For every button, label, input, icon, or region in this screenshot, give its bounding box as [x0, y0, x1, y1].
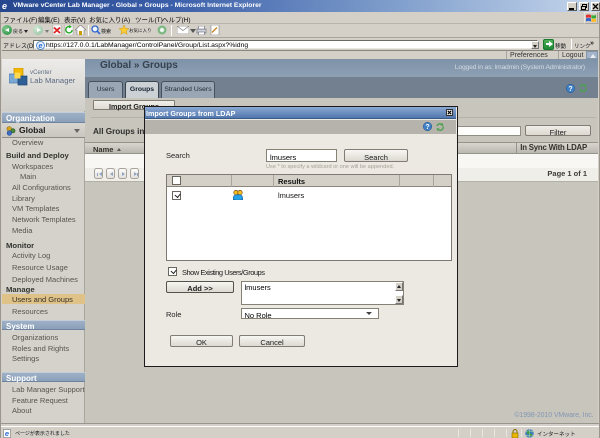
svg-text:?: ? [425, 124, 429, 131]
svg-text:e: e [5, 429, 9, 438]
svg-text:e: e [38, 41, 42, 50]
svg-text:?: ? [568, 86, 572, 93]
